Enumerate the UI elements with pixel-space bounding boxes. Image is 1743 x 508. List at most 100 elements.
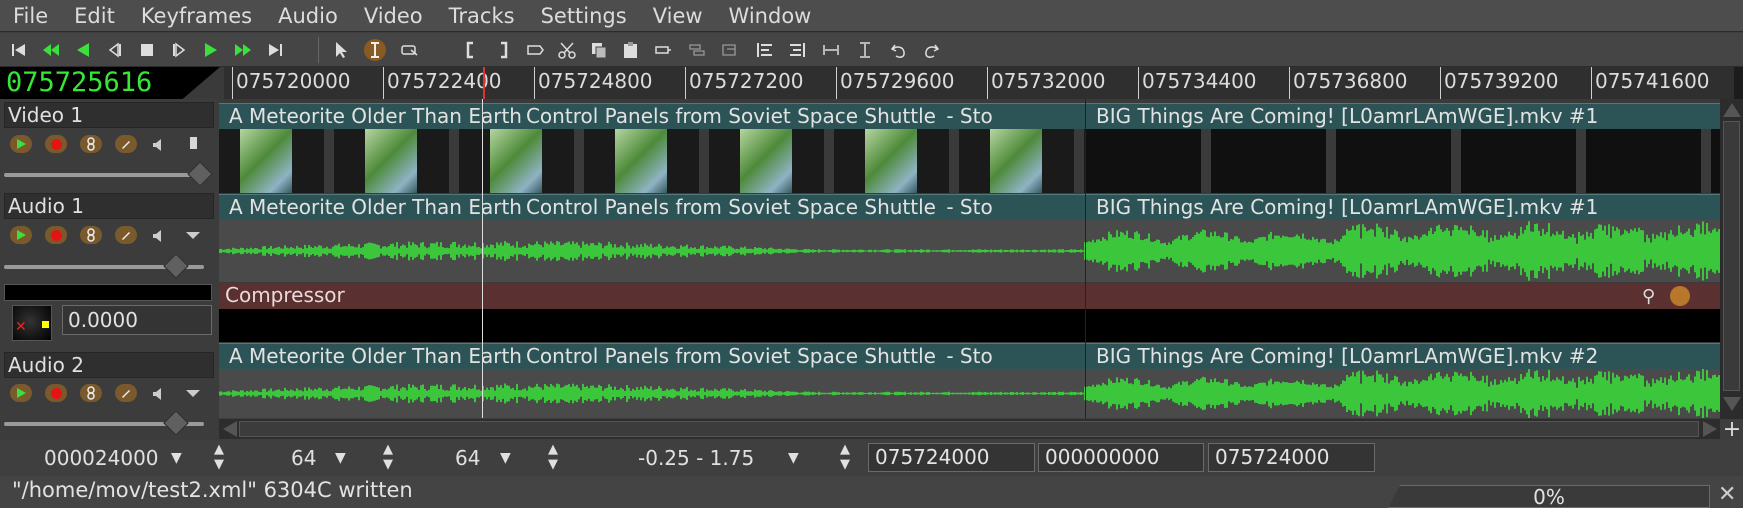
compressor-plugin-header[interactable]: Compressor ⚲ <box>219 283 1720 309</box>
fade-slider-knob[interactable] <box>163 410 189 436</box>
vertical-scrollbar[interactable] <box>1720 99 1743 419</box>
mute-icon[interactable] <box>152 228 166 247</box>
gang-icon[interactable] <box>80 384 102 402</box>
menu-window[interactable]: Window <box>716 0 825 32</box>
menu-edit[interactable]: Edit <box>61 0 128 32</box>
rewind-to-start-icon[interactable] <box>8 39 30 61</box>
vertical-scroll-thumb[interactable] <box>1723 121 1740 391</box>
undo-icon[interactable] <box>888 39 910 61</box>
reverse-play-icon[interactable] <box>72 39 94 61</box>
mute-icon[interactable] <box>152 137 166 156</box>
align-left-icon[interactable] <box>754 39 776 61</box>
draw-icon[interactable] <box>115 384 137 402</box>
video1-edit-left-header[interactable]: A Meteorite Older Than Earth Control Pan… <box>219 103 1085 129</box>
play-icon[interactable] <box>200 39 222 61</box>
record-track-icon[interactable] <box>45 135 67 153</box>
play-track-icon[interactable] <box>10 135 32 153</box>
fast-forward-icon[interactable] <box>232 39 254 61</box>
track-title-audio2[interactable]: Audio 2 <box>4 352 214 378</box>
ibeam-cursor-icon[interactable] <box>364 39 386 61</box>
record-track-icon[interactable] <box>45 384 67 402</box>
dropdown-arrow-icon[interactable]: ▼ <box>500 441 511 475</box>
dropdown-arrow-icon[interactable]: ▼ <box>335 441 346 475</box>
scroll-right-icon[interactable] <box>1703 421 1717 437</box>
menu-keyframes[interactable]: Keyframes <box>128 0 265 32</box>
plugin-value-field[interactable]: 0.0000 <box>62 305 212 335</box>
video1-filmstrip[interactable] <box>219 129 1720 193</box>
track-title-video1[interactable]: Video 1 <box>4 102 214 128</box>
collapse-track-icon[interactable] <box>186 390 200 397</box>
track-title-audio1[interactable]: Audio 1 <box>4 193 214 219</box>
forward-to-end-icon[interactable] <box>264 39 286 61</box>
out-point-icon[interactable] <box>492 39 514 61</box>
selection-end-field[interactable]: 075724000 <box>1208 443 1375 472</box>
draw-icon[interactable] <box>115 135 137 153</box>
horizontal-scroll-thumb[interactable] <box>239 421 1699 437</box>
plugin-toggle-icon[interactable] <box>1670 286 1690 306</box>
frame-reverse-icon[interactable] <box>104 39 126 61</box>
overwrite-icon[interactable] <box>652 39 674 61</box>
scroll-left-icon[interactable] <box>223 421 237 437</box>
play-track-icon[interactable] <box>10 384 32 402</box>
amp-zoom-value[interactable]: 64 <box>291 441 316 475</box>
curve-range-value[interactable]: -0.25 - 1.75 <box>638 441 754 475</box>
dropdown-arrow-icon[interactable]: ▼ <box>171 441 182 475</box>
paste-icon[interactable] <box>620 39 642 61</box>
video1-edit-right-header[interactable]: BIG Things Are Coming! [L0amrLAmWGE].mkv… <box>1086 103 1720 129</box>
cancel-progress-icon[interactable]: ✕ <box>1718 482 1736 507</box>
selection-length-field[interactable]: 000000000 <box>1038 443 1204 472</box>
spin-icon[interactable]: ▲ ▼ <box>383 442 393 476</box>
selection-start-field[interactable]: 075724000 <box>868 443 1035 472</box>
spin-icon[interactable]: ▲ ▼ <box>840 442 850 476</box>
spin-icon[interactable]: ▲ ▼ <box>548 442 558 476</box>
to-clip-icon[interactable] <box>718 39 740 61</box>
audio1-waveform-area[interactable] <box>219 220 1720 282</box>
spin-icon[interactable]: ▲ ▼ <box>214 442 224 476</box>
scroll-down-icon[interactable] <box>1723 397 1741 411</box>
expand-track-icon[interactable] <box>190 137 197 149</box>
compressor-keyframe-area[interactable] <box>219 309 1720 342</box>
copy-icon[interactable] <box>588 39 610 61</box>
fade-slider-knob[interactable] <box>163 253 189 279</box>
hand-drag-icon[interactable] <box>398 39 420 61</box>
audio1-edit-right-header[interactable]: BIG Things Are Coming! [L0amrLAmWGE].mkv… <box>1086 194 1720 220</box>
horizontal-scrollbar[interactable] <box>219 419 1720 439</box>
label-icon[interactable] <box>524 39 546 61</box>
arrow-cursor-icon[interactable] <box>330 39 352 61</box>
stop-icon[interactable] <box>136 39 158 61</box>
plugin-keyframe-icon[interactable]: ✕ <box>12 305 52 341</box>
gang-icon[interactable] <box>80 226 102 244</box>
draw-icon[interactable] <box>115 226 137 244</box>
splice-icon[interactable] <box>686 39 708 61</box>
menu-video[interactable]: Video <box>351 0 436 32</box>
fit-height-icon[interactable] <box>854 39 876 61</box>
cut-icon[interactable] <box>556 39 578 61</box>
sample-zoom-value[interactable]: 000024000 <box>44 441 159 475</box>
in-point-icon[interactable] <box>460 39 482 61</box>
mute-icon[interactable] <box>152 386 166 405</box>
audio2-edit-left-header[interactable]: A Meteorite Older Than Earth Control Pan… <box>219 343 1085 369</box>
timeline-canvas[interactable]: A Meteorite Older Than Earth Control Pan… <box>219 99 1720 418</box>
menu-settings[interactable]: Settings <box>528 0 640 32</box>
menu-tracks[interactable]: Tracks <box>436 0 528 32</box>
collapse-track-icon[interactable] <box>186 232 200 239</box>
magnify-icon[interactable]: ⚲ <box>1642 284 1655 309</box>
fade-slider-video1[interactable] <box>4 173 204 177</box>
play-track-icon[interactable] <box>10 226 32 244</box>
audio2-waveform-area[interactable] <box>219 368 1720 418</box>
audio2-edit-right-header[interactable]: BIG Things Are Coming! [L0amrLAmWGE].mkv… <box>1086 343 1720 369</box>
zoom-corner-icon[interactable]: + <box>1722 419 1742 441</box>
fast-reverse-icon[interactable] <box>40 39 62 61</box>
redo-icon[interactable] <box>920 39 942 61</box>
record-track-icon[interactable] <box>45 226 67 244</box>
timeline-ruler[interactable]: 075720000 075722400 075724800 075727200 … <box>224 67 1734 99</box>
frame-forward-icon[interactable] <box>168 39 190 61</box>
fit-width-icon[interactable] <box>820 39 842 61</box>
menu-audio[interactable]: Audio <box>265 0 351 32</box>
dropdown-arrow-icon[interactable]: ▼ <box>788 441 799 475</box>
menu-file[interactable]: File <box>0 0 61 32</box>
gang-icon[interactable] <box>80 135 102 153</box>
menu-view[interactable]: View <box>640 0 716 32</box>
scroll-up-icon[interactable] <box>1723 103 1741 117</box>
fade-slider-knob[interactable] <box>187 161 213 187</box>
